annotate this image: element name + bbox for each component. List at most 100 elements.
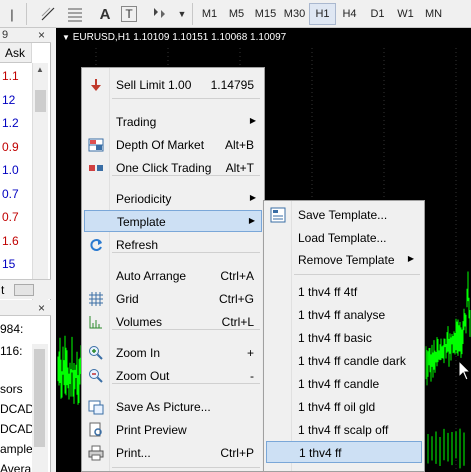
template-item-label: 1 thv4 ff candle (298, 377, 380, 391)
template-item-1-thv4-ff-scalp-off[interactable]: 1 thv4 ff scalp off (266, 419, 422, 441)
menu-item-zoom-in[interactable]: Zoom In + (84, 342, 262, 364)
print-icon (88, 445, 104, 461)
menu-item-shortcut: - (250, 369, 254, 383)
market-watch-row[interactable]: 0.9 (0, 136, 32, 160)
template-item-1-thv4-ff-analyse[interactable]: 1 thv4 ff analyse (266, 304, 422, 326)
fibonacci-icon[interactable] (65, 4, 85, 24)
market-watch-row[interactable]: 1.2 (0, 112, 32, 136)
timeframe-button-w1[interactable]: W1 (392, 3, 419, 25)
market-watch-row[interactable]: 1.0 (0, 159, 32, 183)
submenu-arrow-icon: ▶ (407, 254, 414, 263)
navigator-item[interactable]: ample (0, 442, 33, 456)
ask-column-header[interactable]: Ask (0, 43, 32, 63)
menu-item-periodicity[interactable]: Periodicity ▶ (84, 188, 262, 210)
mouse-cursor-icon (458, 360, 471, 381)
menu-item-shortcut: + (246, 346, 254, 360)
vertical-line-icon[interactable]: | (2, 4, 22, 24)
menu-item-shortcut: Ctrl+A (220, 269, 254, 283)
navigator-header: × (0, 300, 51, 316)
timeframe-button-m15[interactable]: M15 (252, 3, 279, 25)
timeframe-button-d1[interactable]: D1 (364, 3, 391, 25)
toolbar-separator (192, 3, 193, 25)
menu-item-label: Periodicity (116, 192, 172, 206)
menu-item-label: Auto Arrange (116, 269, 187, 283)
timeframe-button-m5[interactable]: M5 (223, 3, 250, 25)
menu-item-volumes[interactable]: Volumes Ctrl+L (84, 311, 262, 333)
navigator-item[interactable]: sors (0, 382, 23, 396)
menu-item-template[interactable]: Template ▶ (84, 210, 262, 232)
menu-item-shortcut: Ctrl+L (221, 315, 254, 329)
menu-item-shortcut: Ctrl+P (220, 446, 254, 460)
close-icon[interactable]: × (38, 28, 45, 42)
menu-item-refresh[interactable]: Refresh (84, 234, 262, 256)
market-watch-row[interactable]: 0.7 (0, 206, 32, 230)
timeframe-button-mn[interactable]: MN (420, 3, 447, 25)
panel-number: 9 (2, 29, 9, 41)
timeframe-button-h1[interactable]: H1 (309, 3, 336, 25)
navigator-item[interactable]: DCAD (0, 422, 34, 436)
timeframe-button-m1[interactable]: M1 (196, 3, 223, 25)
scrollbar-thumb[interactable] (34, 349, 45, 447)
menu-separator (112, 467, 260, 468)
market-watch-panel: 9 × Ask 1.1121.20.91.00.70.71.61518 ▲ ▼ (0, 28, 51, 300)
template-item-1-thv4-ff-candle[interactable]: 1 thv4 ff candle (266, 373, 422, 395)
template-item-label: 1 thv4 ff 4tf (298, 285, 358, 299)
menu-item-depth-of-market[interactable]: Depth Of Market Alt+B (84, 134, 262, 156)
tab-label[interactable]: t (1, 283, 4, 297)
menu-item-label: Template (117, 215, 166, 229)
menu-item-auto-arrange[interactable]: Auto Arrange Ctrl+A (84, 265, 262, 287)
menu-separator (294, 274, 420, 275)
navigator-item[interactable]: Avera (0, 462, 31, 472)
template-item-1-thv4-ff-oil-gld[interactable]: 1 thv4 ff oil gld (266, 396, 422, 418)
template-item-label: 1 thv4 ff scalp off (298, 423, 389, 437)
template-item-label: Save Template... (298, 208, 388, 222)
market-watch-row[interactable]: 1.1 (0, 65, 32, 89)
template-item-1-thv4-ff-basic[interactable]: 1 thv4 ff basic (266, 327, 422, 349)
menu-item-label: Zoom In (116, 346, 161, 360)
menu-item-print-preview[interactable]: Print Preview (84, 419, 262, 441)
timeframe-button-m30[interactable]: M30 (281, 3, 308, 25)
tab-scroll-icon[interactable] (14, 284, 34, 296)
chart-context-menu: Sell Limit 1.00 1.14795 Trading ▶ Depth Of M… (81, 67, 265, 472)
label-icon[interactable]: T (121, 6, 137, 22)
menu-item-sell-limit-1-00[interactable]: Sell Limit 1.00 1.14795 (84, 74, 262, 96)
template-item-1-thv4-ff[interactable]: 1 thv4 ff (266, 441, 422, 463)
market-watch-row[interactable]: 15 (0, 253, 32, 277)
navigator-item[interactable]: 116: (0, 344, 22, 358)
navigator-item[interactable]: 984: (0, 322, 23, 336)
menu-item-label: Trading (116, 115, 157, 129)
scrollbar-thumb[interactable] (35, 90, 46, 112)
market-watch-scrollbar[interactable]: ▲ ▼ (32, 63, 48, 300)
menu-item-print[interactable]: Print... Ctrl+P (84, 442, 262, 464)
menu-item-zoom-out[interactable]: Zoom Out - (84, 365, 262, 387)
close-icon[interactable]: × (38, 301, 45, 315)
template-item-1-thv4-ff-candle-dark[interactable]: 1 thv4 ff candle dark (266, 350, 422, 372)
template-item-label: 1 thv4 ff analyse (298, 308, 386, 322)
market-watch-row[interactable]: 1.6 (0, 230, 32, 254)
menu-item-save-as-picture[interactable]: Save As Picture... (84, 396, 262, 418)
navigator-item[interactable]: DCAD (0, 402, 34, 416)
shapes-icon[interactable] (150, 4, 170, 24)
timeframe-button-h4[interactable]: H4 (336, 3, 363, 25)
submenu-arrow-icon: ▶ (248, 216, 255, 225)
trendline-icon[interactable] (38, 4, 58, 24)
menu-item-shortcut: Ctrl+G (218, 292, 254, 306)
template-item-remove-template[interactable]: Remove Template ▶ (266, 249, 422, 271)
menu-item-grid[interactable]: Grid Ctrl+G (84, 288, 262, 310)
navigator-scrollbar[interactable] (32, 344, 48, 472)
refresh-icon (88, 237, 104, 253)
scroll-up-icon[interactable]: ▲ (36, 65, 44, 74)
depth-of-market-icon (88, 137, 104, 153)
template-item-1-thv4-ff-4tf[interactable]: 1 thv4 ff 4tf (266, 281, 422, 303)
text-icon[interactable]: A (95, 4, 115, 24)
template-item-load-template[interactable]: Load Template... (266, 227, 422, 249)
menu-item-one-click-trading[interactable]: One Click Trading Alt+T (84, 157, 262, 179)
template-item-save-template[interactable]: Save Template... (266, 204, 422, 226)
menu-item-trading[interactable]: Trading ▶ (84, 111, 262, 133)
zoom-out-icon (88, 368, 104, 384)
chart-dropdown-icon[interactable]: ▼ (62, 33, 70, 42)
market-watch-row[interactable]: 0.7 (0, 183, 32, 207)
chevron-down-icon[interactable]: ▼ (172, 4, 192, 24)
grid-icon (88, 291, 104, 307)
market-watch-row[interactable]: 12 (0, 89, 32, 113)
